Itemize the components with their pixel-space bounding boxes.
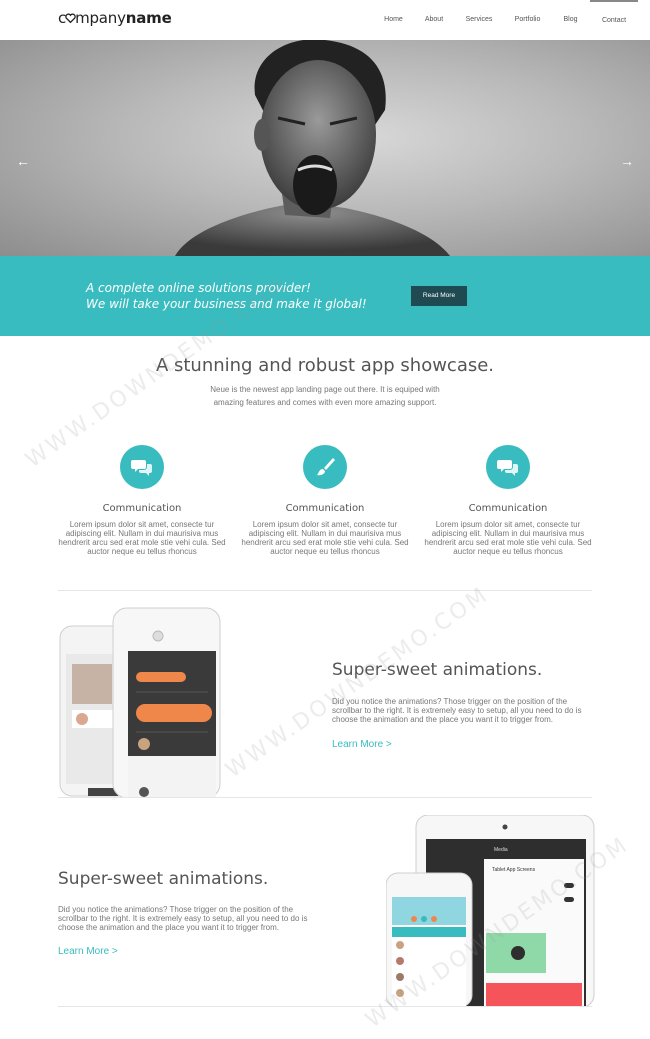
nav-about[interactable]: About — [414, 0, 454, 40]
arrow-left-icon[interactable]: ← — [16, 154, 30, 168]
feature-icon-circle — [120, 445, 164, 489]
site-header: c mpanyname Home About Services Portfolio… — [0, 0, 650, 40]
nav-blog[interactable]: Blog — [551, 0, 590, 40]
feature-item: Communication Lorem ipsum dolor sit amet… — [240, 445, 410, 556]
main-nav: Home About Services Portfolio Blog Conta… — [371, 0, 650, 40]
nav-contact[interactable]: Contact — [590, 0, 638, 40]
nav-portfolio[interactable]: Portfolio — [504, 0, 551, 40]
feature-item: Communication Lorem ipsum dolor sit amet… — [57, 445, 227, 556]
nav-home[interactable]: Home — [371, 0, 416, 40]
hero-slider: ← → — [0, 40, 650, 256]
logo-bold: name — [125, 9, 172, 27]
learn-more-link[interactable]: Learn More > — [332, 739, 392, 750]
banner-line-2: We will take your business and make it g… — [86, 297, 367, 311]
tablet-phone-image: Tablet App Screens Media — [386, 815, 595, 1007]
arrow-right-icon[interactable]: → — [620, 154, 634, 168]
feature-title: Communication — [468, 503, 548, 514]
chat-bubbles-icon — [131, 460, 152, 476]
banner-text: A complete online solutions provider! We… — [86, 280, 367, 312]
watermark: WWW.DOWNDEMO.COM — [221, 581, 494, 784]
feature-text: Lorem ipsum dolor sit amet, consecte tur… — [241, 520, 409, 556]
read-more-button[interactable]: Read More — [411, 286, 467, 306]
feature-title: Communication — [285, 503, 365, 514]
tablet-screen-header: Media — [494, 847, 508, 853]
section-title: Super-sweet animations. — [332, 660, 543, 680]
showcase-description: Neue is the newest app landing page out … — [210, 385, 440, 407]
section-divider — [58, 1006, 592, 1007]
feature-icon-circle — [303, 445, 347, 489]
section-divider — [58, 590, 592, 591]
phones-image — [59, 607, 221, 798]
section-text: Did you notice the animations? Those tri… — [332, 697, 582, 724]
heart-icon — [65, 13, 76, 24]
logo-middle: mpany — [75, 9, 126, 27]
feature-text: Lorem ipsum dolor sit amet, consecte tur… — [424, 520, 592, 556]
feature-item: Communication Lorem ipsum dolor sit amet… — [423, 445, 593, 556]
banner-line-1: A complete online solutions provider! — [86, 281, 311, 295]
cta-banner: A complete online solutions provider! We… — [0, 256, 650, 336]
paintbrush-icon — [317, 458, 335, 476]
section-divider — [58, 797, 592, 798]
showcase-title: A stunning and robust app showcase. — [155, 355, 495, 376]
feature-text: Lorem ipsum dolor sit amet, consecte tur… — [58, 520, 226, 556]
section-text: Did you notice the animations? Those tri… — [58, 905, 308, 932]
section-title: Super-sweet animations. — [58, 869, 269, 889]
feature-icon-circle — [486, 445, 530, 489]
hero-image — [175, 40, 450, 256]
tablet-screen-title: Tablet App Screens — [492, 867, 536, 873]
logo[interactable]: c mpanyname — [58, 9, 172, 27]
learn-more-link[interactable]: Learn More > — [58, 946, 118, 957]
feature-title: Communication — [102, 503, 182, 514]
chat-bubbles-icon — [497, 460, 518, 476]
nav-services[interactable]: Services — [454, 0, 504, 40]
